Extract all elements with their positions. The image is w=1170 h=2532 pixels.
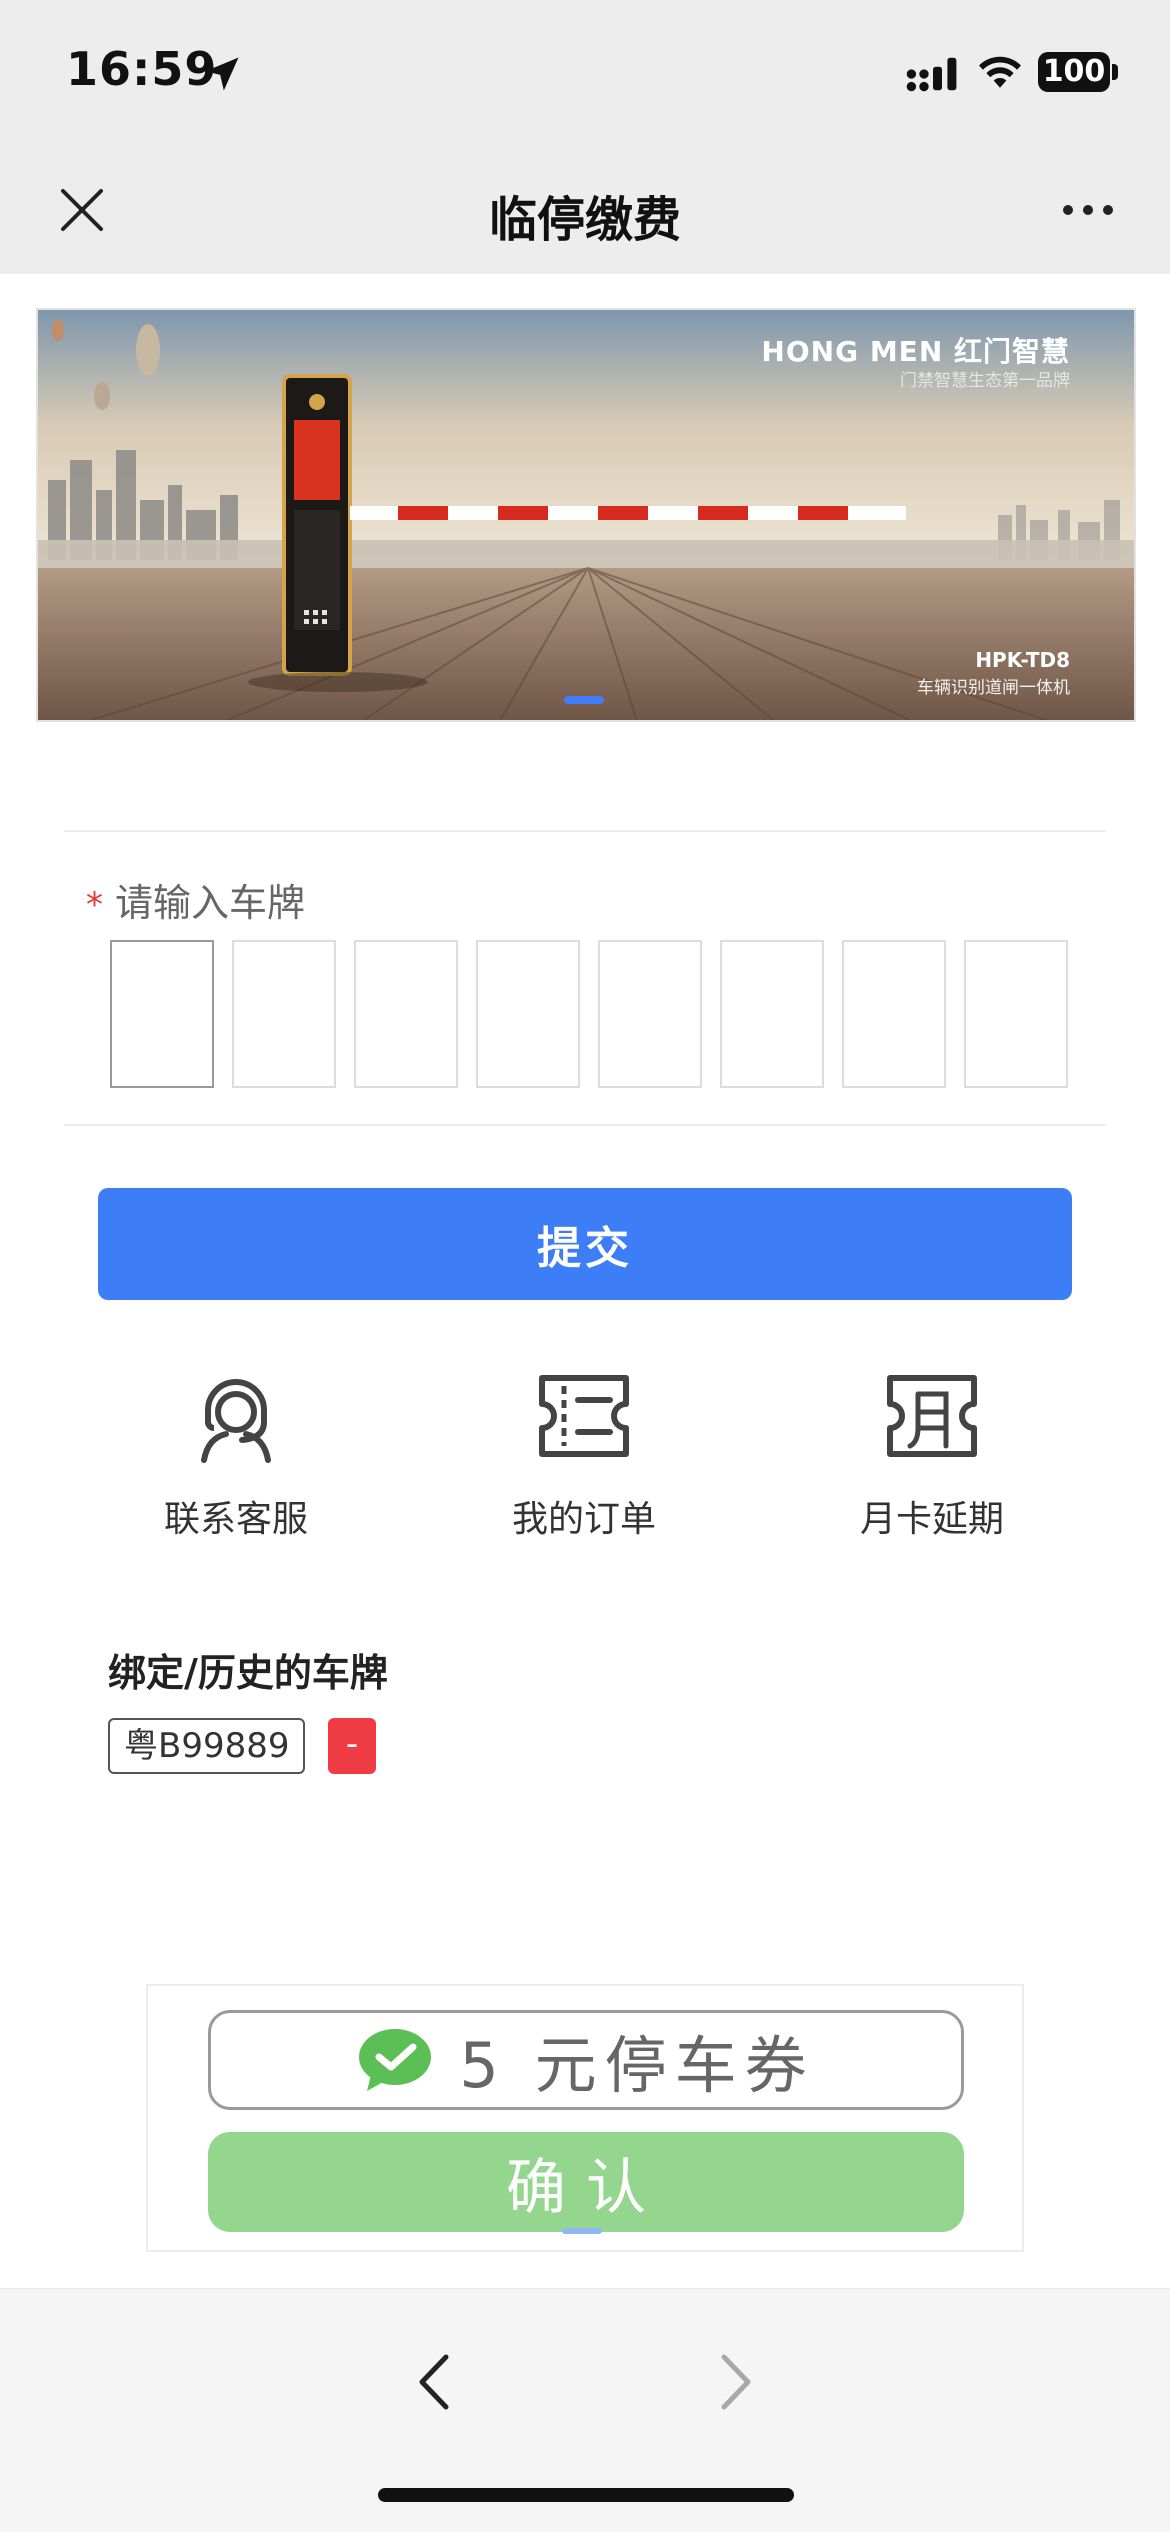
customer-service-icon [201,1379,271,1463]
shortcut-label: 月卡延期 [859,1499,1004,1540]
chevron-left-icon[interactable] [400,2347,470,2417]
month-card-icon [887,1375,977,1457]
status-bar: 16:59 100 [0,0,1170,150]
divider [64,1124,1106,1126]
plate-char-box-7[interactable] [842,940,946,1088]
coupon-page-indicator [562,2228,602,2234]
banner-model: HPK-TD8 [975,648,1070,672]
more-icon [1063,205,1073,215]
plate-input-label: * 请输入车牌 [86,872,305,927]
signal-icon [906,57,957,92]
banner-brand: HONG MEN 红门智慧 [761,335,1070,368]
plate-char-box-1[interactable] [110,940,214,1088]
banner-tagline: 门禁智慧生态第一品牌 [900,371,1070,391]
plate-char-box-3[interactable] [354,940,458,1088]
location-arrow-icon [205,57,239,91]
required-mark: * [86,885,103,925]
battery-icon: 100 [1038,52,1110,92]
confirm-button[interactable]: 确认 [208,2132,964,2232]
banner-model-desc: 车辆识别道闸一体机 [917,678,1070,698]
shortcut-my-orders[interactable]: 我的订单 [454,1366,714,1542]
title-bar: 临停缴费 [0,150,1170,274]
plate-char-box-8[interactable] [964,940,1068,1088]
coupon-text: 5 元停车券 [459,2029,815,2102]
shortcut-month-card-extend[interactable]: 月卡延期 [802,1366,1062,1542]
coupon-card: 5 元停车券 确认 [146,1984,1024,2252]
submit-button[interactable]: 提交 [98,1188,1072,1300]
plate-char-box-6[interactable] [720,940,824,1088]
wechat-check-icon [359,2029,432,2091]
plate-input-boxes [110,940,1068,1088]
shortcut-label: 我的订单 [511,1499,656,1540]
banner-page-indicator [564,696,604,704]
history-title: 绑定/历史的车牌 [108,1651,388,1695]
coupon-pill[interactable]: 5 元停车券 [208,2010,964,2110]
wifi-icon [979,56,1021,88]
plate-char-box-5[interactable] [598,940,702,1088]
more-icon-dot [1083,205,1093,215]
shortcut-customer-service[interactable]: 联系客服 [106,1366,366,1542]
ticket-icon [539,1375,629,1457]
chevron-right-icon[interactable] [700,2347,770,2417]
plate-char-box-2[interactable] [232,940,336,1088]
page-title: 临停缴费 [488,192,681,248]
status-time: 16:59 [66,42,218,96]
home-indicator[interactable] [378,2488,794,2502]
plate-char-box-4[interactable] [476,940,580,1088]
battery-nub [1112,64,1118,80]
history-plate[interactable]: 粤B99889 [108,1718,306,1774]
promo-banner[interactable]: HONG MEN 红门智慧 门禁智慧生态第一品牌 HPK-TD8 车辆识别道闸一… [36,308,1136,722]
remove-plate-button[interactable]: - [328,1718,376,1774]
divider [64,830,1106,832]
more-button[interactable] [1054,178,1122,242]
plate-label-text: 请输入车牌 [115,881,306,925]
more-icon-dot [1103,205,1113,215]
shortcut-label: 联系客服 [163,1499,308,1540]
